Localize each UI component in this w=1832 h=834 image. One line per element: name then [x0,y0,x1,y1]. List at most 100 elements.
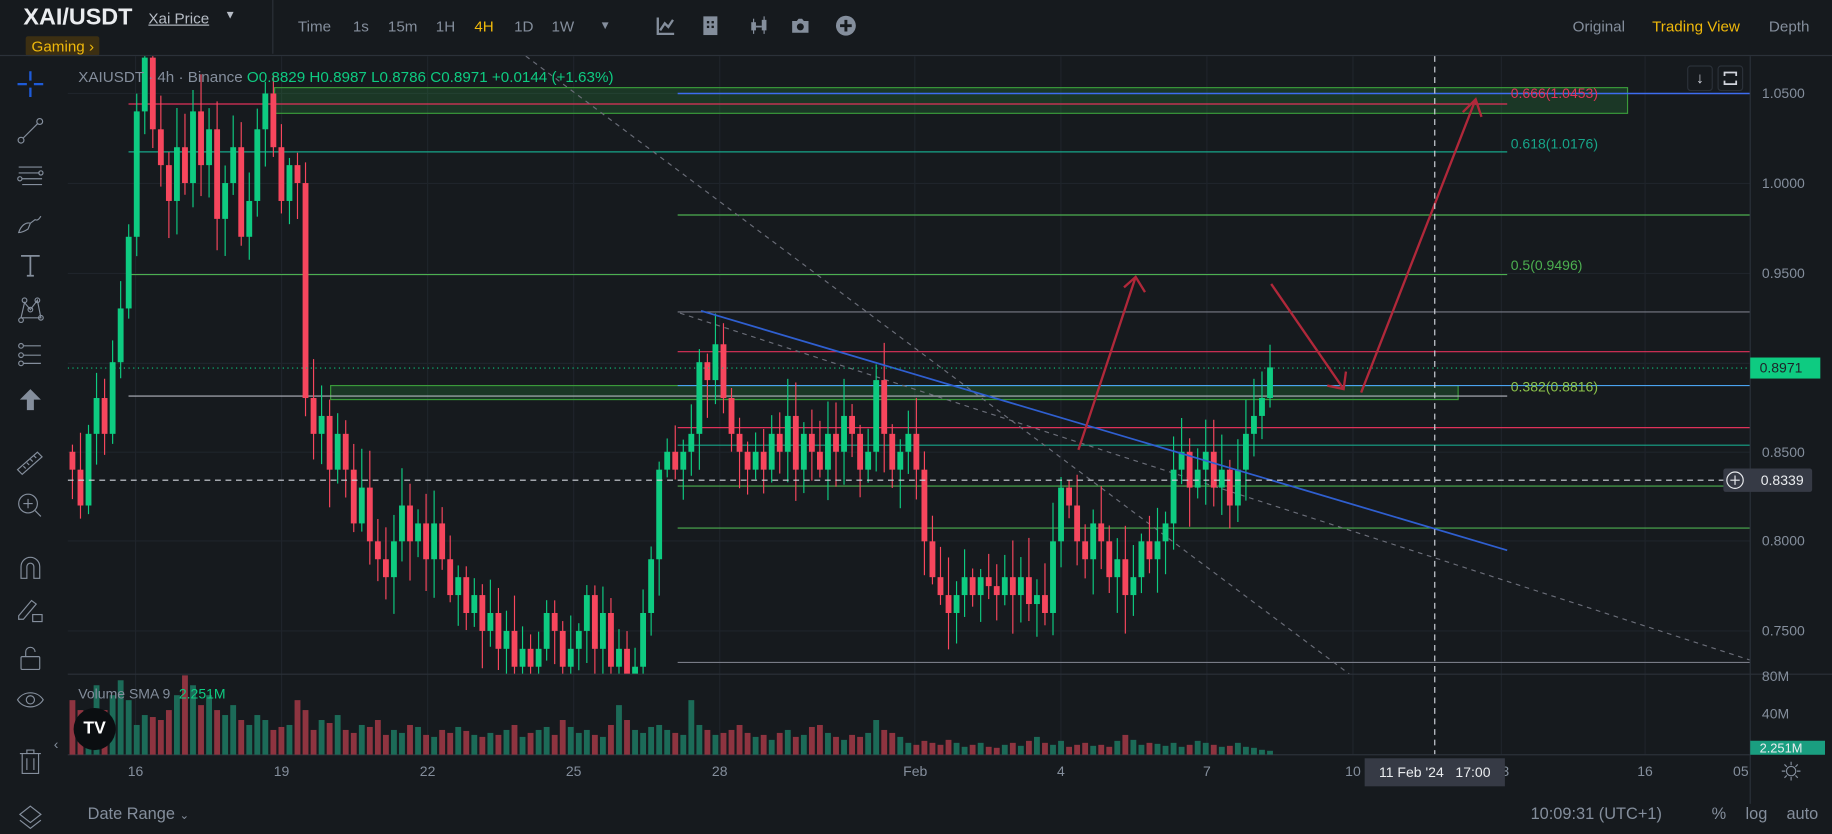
candle [190,89,196,208]
fullscreen-button[interactable] [1717,65,1744,92]
candle [543,600,550,661]
date-range-button[interactable]: Date Range ⌄ [88,804,190,823]
timezone-clock[interactable]: 10:09:31 (UTC+1) [1531,804,1662,823]
volume-bar [1146,742,1153,755]
fib-label-05: 0.5(0.9496) [1510,257,1583,274]
scroll-to-latest-button[interactable]: ↓ [1687,65,1713,92]
candle-body [1242,433,1249,470]
volume-tick: 40M [1761,705,1790,723]
volume-bar [294,700,301,755]
candle-body [423,523,430,560]
volume-bar [1066,746,1073,755]
volume-bar [800,734,807,755]
volume-bar [865,732,872,755]
candle-body [1009,577,1016,596]
candle-body [1114,559,1121,578]
candle [1186,438,1193,527]
candle [358,448,365,532]
candle-body [808,433,815,452]
candle [286,157,293,225]
add-alert-plus-icon[interactable] [1726,471,1745,490]
candle-body [889,433,896,470]
candle [1138,533,1145,594]
candle [487,579,494,647]
candle [1042,563,1048,626]
volume-bar [230,705,237,755]
chart-settings-gear-icon[interactable] [1781,761,1802,782]
volume-bar [471,734,478,755]
volume-bar [511,724,518,755]
supply-zone-box[interactable] [273,87,1629,114]
candle [407,483,413,581]
candle [1082,524,1089,579]
candle-body [350,469,357,524]
auto-scale-toggle[interactable]: auto [1786,804,1818,823]
candle [1259,371,1265,440]
volume-bar [752,736,759,755]
time-tick: Feb [903,762,928,780]
candle-body [246,200,253,237]
volume-bar [624,720,630,755]
volume-bar [198,705,204,755]
candle [1098,486,1105,570]
date-range-label: Date Range [87,803,175,823]
demand-zone-box[interactable] [330,384,1459,401]
candle-body [688,433,695,452]
volume-bar [656,724,663,755]
candle [760,428,767,494]
log-scale-toggle[interactable]: log [1746,804,1768,823]
candle [865,428,872,483]
price-chart[interactable] [0,0,1832,833]
candle [1162,511,1169,575]
volume-bar [817,724,823,755]
volume-bar [503,729,510,755]
volume-bar [648,726,655,755]
price-tick: 0.7500 [1761,622,1805,640]
candle-body [1122,559,1129,596]
volume-bar [463,730,470,755]
volume-bar [439,729,446,755]
candle [985,553,992,600]
candle [374,519,381,582]
volume-bar [366,726,373,755]
candle [165,152,172,239]
candle-body [1259,398,1265,416]
volume-bar [1202,742,1209,755]
candle [849,404,855,458]
percent-scale-toggle[interactable]: % [1712,804,1727,823]
candle-body [575,630,582,649]
candle [326,399,333,508]
candle-body [648,559,655,613]
candle-body [559,630,566,667]
legend-open: O0.8829 [246,67,306,86]
tradingview-logo[interactable]: TV [73,708,116,751]
volume-bar [680,734,687,755]
candle [632,647,638,675]
candle-body [391,541,397,578]
candle [1106,525,1113,594]
blue-trendline[interactable] [700,309,1508,552]
candle [125,224,132,319]
volume-bar [149,717,156,755]
candle [680,439,687,500]
volume-bar [760,734,767,755]
fib-label-0382: 0.382(0.8816) [1510,378,1599,395]
volume-bar [1009,742,1016,755]
candle [431,490,438,598]
volume-tick: 80M [1761,668,1790,685]
candle-body [599,612,606,649]
candle [648,546,655,636]
candle-body [712,344,719,381]
volume-bar [1034,736,1040,755]
candle [1130,545,1137,616]
volume-bar [358,724,365,755]
volume-bar [519,736,526,755]
time-tick: 22 [419,762,436,780]
crosshair-price-value: 0.8339 [1760,472,1804,489]
candle-body [133,111,140,237]
legend-exchange: Binance [187,67,243,86]
candle-body [342,433,349,470]
candle-body [439,523,446,560]
candle-body [527,648,534,667]
candle-body [608,612,614,667]
